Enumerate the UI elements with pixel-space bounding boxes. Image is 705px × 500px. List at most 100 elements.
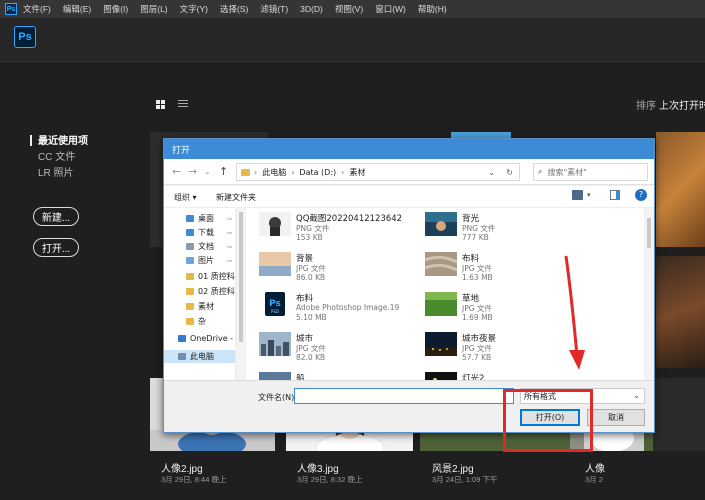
file-thumbnail — [425, 252, 457, 276]
folder-icon — [186, 243, 194, 250]
new-folder-button[interactable]: 新建文件夹 — [216, 192, 256, 203]
menu-layer[interactable]: 图层(L) — [140, 3, 167, 15]
tree-item[interactable]: 02 质控科 — [164, 285, 235, 298]
file-item[interactable]: 布料 JPG 文件 1.63 MB — [412, 250, 582, 290]
file-item[interactable]: 背景 JPG 文件 86.0 KB — [246, 250, 416, 290]
tree-item-label: OneDrive - — [190, 334, 234, 343]
file-item[interactable]: 背光 PNG 文件 777 KB — [412, 210, 582, 250]
breadcrumb-this-pc[interactable]: 此电脑 — [262, 167, 286, 178]
file-item[interactable]: Ps PSD 布料 Adobe Photoshop Image.19 5.10 MB — [246, 290, 416, 330]
tree-item[interactable]: 下载 ⊸ — [164, 226, 235, 239]
nav-lr-photos[interactable]: LR 照片 — [32, 166, 88, 182]
file-size: 57.7 KB — [462, 353, 492, 362]
pin-icon: ⊸ — [226, 242, 232, 251]
breadcrumb-folder[interactable]: 素材 — [349, 167, 365, 178]
file-item[interactable]: 城市 JPG 文件 82.0 KB — [246, 330, 416, 370]
tree-item[interactable]: 此电脑 — [164, 350, 235, 363]
nav-scrollbar[interactable] — [237, 208, 245, 380]
file-thumbnail — [425, 332, 457, 356]
view-options-icon[interactable] — [572, 190, 583, 200]
pin-icon: ⊸ — [226, 214, 232, 223]
organize-menu[interactable]: 组织 ▾ — [174, 192, 197, 203]
tree-item[interactable]: 01 质控科 — [164, 270, 235, 283]
tree-item-label: 02 质控科 — [198, 287, 235, 296]
file-size: 82.0 KB — [296, 353, 326, 362]
menu-select[interactable]: 选择(S) — [220, 3, 248, 15]
chevron-down-icon[interactable]: ⌄ — [204, 167, 211, 176]
tree-item[interactable]: 桌面 ⊸ — [164, 212, 235, 225]
menu-image[interactable]: 图像(I) — [103, 3, 128, 15]
file-name: 船 — [296, 374, 305, 380]
menu-help[interactable]: 帮助(H) — [418, 3, 447, 15]
menu-type[interactable]: 文字(Y) — [180, 3, 208, 15]
thumb-name: 风景2.jpg — [432, 464, 474, 475]
file-item[interactable]: 船 — [246, 370, 416, 380]
file-size: 1.63 MB — [462, 273, 493, 282]
file-size: 777 KB — [462, 233, 489, 242]
address-row: ← → ⌄ ↑ › 此电脑 › Data (D:) › 素材 ⌄ ↻ ⌕ 搜索"… — [164, 159, 654, 185]
recent-thumb[interactable] — [656, 132, 705, 247]
menu-3d[interactable]: 3D(D) — [300, 4, 323, 14]
preview-pane-icon[interactable] — [610, 190, 620, 200]
navigation-pane: 桌面 ⊸ 下载 ⊸ 文档 ⊸ 图片 ⊸ 01 质控科 02 质控科 素材杂 OneDrive - 此电脑 — [164, 208, 236, 380]
file-scrollbar[interactable] — [645, 208, 653, 380]
search-icon: ⌕ — [538, 167, 543, 176]
file-item[interactable]: QQ截图20220412123642 PNG 文件 153 KB — [246, 210, 416, 250]
list-view-icon[interactable] — [178, 100, 188, 109]
cloud-icon — [178, 335, 186, 342]
tree-item-label: 桌面 — [198, 214, 214, 223]
tree-item[interactable]: OneDrive - — [164, 332, 235, 345]
thumb-name: 人像3.jpg — [297, 464, 339, 475]
tree-item[interactable]: 图片 ⊸ — [164, 254, 235, 267]
file-thumbnail — [425, 212, 457, 236]
menu-view[interactable]: 视图(V) — [335, 3, 363, 15]
menu-window[interactable]: 窗口(W) — [375, 3, 406, 15]
thumb-date: 3月 2 — [585, 475, 603, 484]
nav-recent[interactable]: 最近使用项 — [32, 134, 88, 150]
sort-dropdown[interactable]: 上次打开时 — [659, 97, 705, 112]
file-item[interactable]: 草地 JPG 文件 1.69 MB — [412, 290, 582, 330]
new-button[interactable]: 新建... — [33, 207, 79, 226]
file-size: 5.10 MB — [296, 313, 327, 322]
thumb-name: 人像2.jpg — [161, 464, 203, 475]
back-arrow-icon[interactable]: ← — [172, 165, 181, 178]
ps-app-icon: Ps — [5, 3, 17, 15]
tree-item-label: 素材 — [198, 302, 214, 311]
tree-item-label: 文档 — [198, 242, 214, 251]
forward-arrow-icon[interactable]: → — [188, 165, 197, 178]
menu-edit[interactable]: 编辑(E) — [63, 3, 91, 15]
file-item[interactable]: 城市夜景 JPG 文件 57.7 KB — [412, 330, 582, 370]
computer-icon — [178, 353, 186, 360]
tree-item-label: 此电脑 — [190, 352, 214, 361]
menu-filter[interactable]: 滤镜(T) — [260, 3, 288, 15]
refresh-icon[interactable]: ↻ — [506, 168, 513, 177]
history-dropdown-icon[interactable]: ⌄ — [488, 168, 495, 177]
file-type: Adobe Photoshop Image.19 — [296, 303, 400, 312]
recent-thumb[interactable] — [653, 378, 705, 451]
sort-label: 排序 — [636, 101, 656, 112]
cancel-button[interactable]: 取消 — [587, 409, 645, 426]
svg-text:Ps: Ps — [269, 299, 281, 309]
tree-item[interactable]: 文档 ⊸ — [164, 240, 235, 253]
grid-view-icon[interactable] — [156, 100, 165, 109]
up-arrow-icon[interactable]: ↑ — [219, 165, 228, 178]
filename-label: 文件名(N): — [258, 393, 297, 402]
thumb-name: 人像 — [585, 464, 605, 475]
photoshop-logo[interactable]: Ps — [14, 26, 36, 48]
open-button[interactable]: 打开... — [33, 238, 79, 257]
file-item[interactable]: 灯光2 — [412, 370, 582, 380]
menu-file[interactable]: 文件(F) — [23, 3, 51, 15]
address-bar[interactable]: › 此电脑 › Data (D:) › 素材 ⌄ ↻ — [236, 163, 520, 181]
folder-icon — [186, 273, 194, 280]
chevron-down-icon[interactable]: ▾ — [587, 191, 591, 199]
file-size: 153 KB — [296, 233, 323, 242]
tree-item[interactable]: 素材 — [164, 300, 235, 313]
nav-cc-files[interactable]: CC 文件 — [32, 150, 88, 166]
pin-icon: ⊸ — [226, 256, 232, 265]
tree-item[interactable]: 杂 — [164, 315, 235, 328]
breadcrumb-drive[interactable]: Data (D:) — [299, 168, 336, 177]
filename-input[interactable] — [294, 388, 514, 404]
help-icon[interactable]: ? — [635, 189, 647, 201]
recent-thumb[interactable] — [656, 256, 705, 368]
search-input[interactable]: ⌕ 搜索"素材" — [533, 163, 648, 181]
